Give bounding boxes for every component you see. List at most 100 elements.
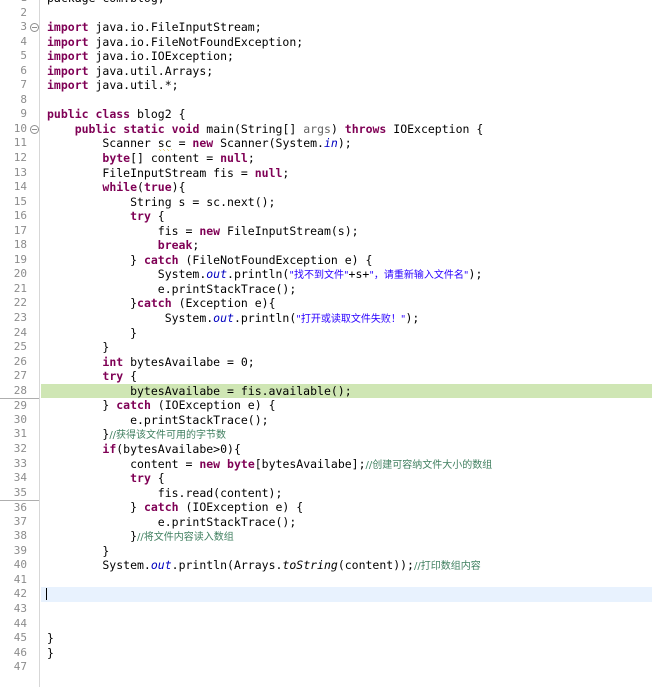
line-number[interactable]: 36 xyxy=(0,500,39,515)
code-line[interactable]: bytesAvailabe = fis.available(); xyxy=(41,383,652,399)
line-number[interactable]: 41 xyxy=(0,573,39,588)
code-token: (content)); xyxy=(337,558,414,573)
line-number[interactable]: 12 xyxy=(0,151,39,166)
line-number[interactable]: 34 xyxy=(0,471,39,486)
code-line[interactable]: }//获得该文件可用的字节数 xyxy=(41,427,652,442)
line-number[interactable]: 14 xyxy=(0,180,39,195)
code-line[interactable]: } xyxy=(41,326,652,341)
code-line[interactable] xyxy=(41,617,652,632)
line-number[interactable]: 17 xyxy=(0,224,39,239)
code-line[interactable]: int bytesAvailabe = 0; xyxy=(41,355,652,370)
line-number[interactable]: 23 xyxy=(0,311,39,326)
code-line[interactable] xyxy=(41,573,652,588)
code-line[interactable]: try { xyxy=(41,369,652,384)
code-line[interactable]: while(true){ xyxy=(41,180,652,195)
line-number[interactable]: 11 xyxy=(0,136,39,151)
code-line[interactable]: try { xyxy=(41,471,652,486)
line-number-gutter[interactable]: 1234567891011121314151617181920212223242… xyxy=(0,0,40,687)
code-line[interactable]: import java.util.*; xyxy=(41,78,652,93)
line-number[interactable]: 44 xyxy=(0,617,39,632)
code-line[interactable] xyxy=(41,93,652,108)
code-line[interactable]: import java.io.IOException; xyxy=(41,49,652,64)
line-number[interactable]: 45 xyxy=(0,631,39,646)
line-number[interactable]: 40 xyxy=(0,558,39,573)
line-number[interactable]: 38 xyxy=(0,529,39,544)
line-number[interactable]: 47 xyxy=(0,660,39,675)
code-line[interactable]: e.printStackTrace(); xyxy=(41,413,652,428)
code-line[interactable]: try { xyxy=(41,209,652,224)
code-token: { xyxy=(123,369,138,384)
line-number[interactable]: 43 xyxy=(0,602,39,617)
line-number[interactable]: 15 xyxy=(0,195,39,210)
line-number[interactable]: 42 xyxy=(0,587,39,602)
line-number[interactable]: 9 xyxy=(0,107,39,122)
code-line[interactable]: System.out.println("打开或读取文件失败！"); xyxy=(41,311,652,326)
code-text-area[interactable]: package com.blog; import java.io.FileInpu… xyxy=(41,0,652,687)
code-line[interactable]: Scanner sc = new Scanner(System.in); xyxy=(41,136,652,152)
code-line[interactable]: if(bytesAvailabe>0){ xyxy=(41,442,652,457)
line-number[interactable]: 4 xyxy=(0,35,39,50)
line-number[interactable]: 2 xyxy=(0,6,39,21)
line-number[interactable]: 28 xyxy=(0,384,39,399)
fold-collapse-icon[interactable] xyxy=(30,124,39,134)
code-line[interactable]: content = new byte[bytesAvailabe];//创建可容… xyxy=(41,457,652,472)
line-number[interactable]: 13 xyxy=(0,166,39,181)
code-editor[interactable]: 1234567891011121314151617181920212223242… xyxy=(0,0,652,696)
line-number[interactable]: 33 xyxy=(0,457,39,472)
line-number[interactable]: 26 xyxy=(0,355,39,370)
code-line[interactable]: } xyxy=(41,544,652,559)
code-line[interactable] xyxy=(41,587,652,602)
line-number[interactable]: 30 xyxy=(0,413,39,428)
code-line[interactable]: public class blog2 { xyxy=(41,107,652,122)
line-number[interactable]: 5 xyxy=(0,49,39,64)
line-number[interactable]: 46 xyxy=(0,646,39,661)
code-line[interactable]: import java.io.FileInputStream; xyxy=(41,20,652,35)
line-number[interactable]: 21 xyxy=(0,282,39,297)
line-number[interactable]: 16 xyxy=(0,209,39,224)
code-line[interactable]: byte[] content = null; xyxy=(41,151,652,166)
code-line[interactable]: } xyxy=(41,631,652,646)
line-number[interactable]: 3 xyxy=(0,20,39,35)
line-number[interactable]: 32 xyxy=(0,442,39,457)
line-number[interactable]: 22 xyxy=(0,296,39,311)
code-line[interactable]: e.printStackTrace(); xyxy=(41,282,652,297)
line-number[interactable]: 29 xyxy=(0,398,39,413)
code-line[interactable]: }catch (Exception e){ xyxy=(41,296,652,311)
code-line[interactable] xyxy=(41,660,652,675)
line-number[interactable]: 6 xyxy=(0,64,39,79)
code-line[interactable]: } catch (IOException e) { xyxy=(41,398,652,413)
code-token: static xyxy=(123,121,165,136)
fold-collapse-icon[interactable] xyxy=(30,23,39,33)
line-number[interactable]: 20 xyxy=(0,267,39,282)
code-line[interactable]: } xyxy=(41,646,652,661)
code-line[interactable]: fis.read(content); xyxy=(41,486,652,501)
code-line[interactable]: import java.util.Arrays; xyxy=(41,64,652,79)
code-line[interactable]: } catch (FileNotFoundException e) { xyxy=(41,253,652,268)
code-line[interactable]: FileInputStream fis = null; xyxy=(41,166,652,181)
line-number[interactable]: 18 xyxy=(0,238,39,253)
line-number[interactable]: 7 xyxy=(0,78,39,93)
code-line[interactable]: }//将文件内容读入数组 xyxy=(41,529,652,544)
code-line[interactable]: String s = sc.next(); xyxy=(41,195,652,210)
line-number[interactable]: 31 xyxy=(0,427,39,442)
code-line[interactable]: break; xyxy=(41,238,652,253)
line-number[interactable]: 24 xyxy=(0,326,39,341)
code-line[interactable]: fis = new FileInputStream(s); xyxy=(41,224,652,239)
code-line[interactable] xyxy=(41,602,652,617)
line-number[interactable]: 25 xyxy=(0,340,39,355)
line-number[interactable]: 35 xyxy=(0,486,39,501)
line-number[interactable]: 8 xyxy=(0,93,39,108)
code-line[interactable]: System.out.println("找不到文件"+s+"，请重新输入文件名"… xyxy=(41,267,652,282)
line-number[interactable]: 27 xyxy=(0,369,39,384)
code-line[interactable] xyxy=(41,6,652,21)
line-number[interactable]: 19 xyxy=(0,253,39,268)
code-line[interactable]: import java.io.FileNotFoundException; xyxy=(41,35,652,50)
code-line[interactable]: e.printStackTrace(); xyxy=(41,515,652,530)
line-number[interactable]: 10 xyxy=(0,122,39,137)
code-line[interactable]: System.out.println(Arrays.toString(conte… xyxy=(41,558,652,573)
line-number[interactable]: 39 xyxy=(0,544,39,559)
code-line[interactable]: public static void main(String[] args) t… xyxy=(41,122,652,137)
code-line[interactable]: } catch (IOException e) { xyxy=(41,500,652,515)
code-line[interactable]: } xyxy=(41,340,652,355)
line-number[interactable]: 37 xyxy=(0,515,39,530)
